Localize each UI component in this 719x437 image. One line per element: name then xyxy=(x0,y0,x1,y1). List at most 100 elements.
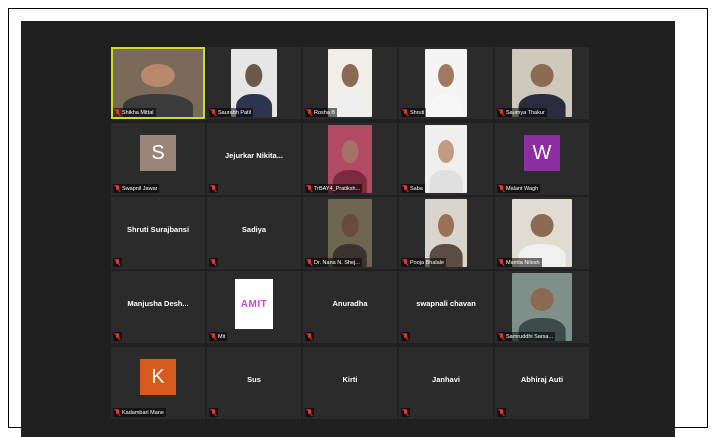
participant-tile[interactable]: Saba xyxy=(399,123,493,195)
mic-muted-icon xyxy=(499,333,504,340)
participant-name-label: Samruddhi Sarsa... xyxy=(497,332,556,341)
participant-name: Mit xyxy=(218,333,226,340)
participant-head xyxy=(341,213,359,238)
participant-video xyxy=(328,125,372,193)
mic-muted-icon xyxy=(211,259,216,266)
participant-name-label: Swapnil Jawar xyxy=(113,184,160,193)
participant-name-label xyxy=(209,258,218,267)
avatar: S xyxy=(140,135,176,171)
avatar: K xyxy=(140,359,176,395)
participant-head xyxy=(438,63,454,88)
mic-muted-icon xyxy=(403,109,408,116)
participant-tile[interactable]: K Kadambari Mane xyxy=(111,347,205,419)
participant-video xyxy=(425,199,467,267)
participant-tile[interactable]: Kirti xyxy=(303,347,397,419)
mic-muted-icon xyxy=(499,409,504,416)
participant-center-name: Manjusha Desh... xyxy=(127,299,189,308)
participant-video xyxy=(512,273,572,341)
participant-name-label xyxy=(113,332,122,341)
participant-center-name: Sadiya xyxy=(241,225,267,234)
participant-tile[interactable]: Dr. Nana N. Shej... xyxy=(303,197,397,269)
participant-video xyxy=(113,49,203,117)
participant-name-label xyxy=(209,184,218,193)
participant-name-label: Kadambari Mane xyxy=(113,408,166,417)
participant-tile[interactable]: Saumya Thakur xyxy=(495,47,589,119)
participant-center-name: swapnali chavan xyxy=(416,299,476,308)
image-frame: Shikha Mittal Saurabh Patil Rosha B Shruti S… xyxy=(8,8,708,437)
mic-muted-icon xyxy=(211,109,216,116)
participant-tile[interactable]: Abhiraj Auti xyxy=(495,347,589,419)
meeting-gallery-view: Shikha Mittal Saurabh Patil Rosha B Shruti S… xyxy=(21,21,675,437)
participant-tile[interactable]: Jejurkar Nikita... xyxy=(207,123,301,195)
participant-center-name: Anuradha xyxy=(332,299,368,308)
participant-video xyxy=(328,199,372,267)
participant-name-label: Saumya Thakur xyxy=(497,108,547,117)
participant-tile[interactable]: Anuradha xyxy=(303,271,397,343)
mic-muted-icon xyxy=(307,259,312,266)
participant-name-label: Saurabh Patil xyxy=(209,108,254,117)
participant-head xyxy=(438,213,454,238)
participant-name-label: TrBAY4_Pratiksh... xyxy=(305,184,363,193)
participant-name: Saurabh Patil xyxy=(218,109,252,116)
participant-tile[interactable]: Shruti Surajbansi xyxy=(111,197,205,269)
participant-name-label: Rosha B xyxy=(305,108,338,117)
mic-muted-icon xyxy=(211,333,216,340)
participant-name-label xyxy=(305,332,314,341)
participant-name-label xyxy=(305,408,314,417)
mic-muted-icon xyxy=(115,409,120,416)
participant-body xyxy=(429,169,463,193)
participant-name: Pooja Bhalale xyxy=(410,259,444,266)
participant-center-name: Janhavi xyxy=(432,375,460,384)
mic-muted-icon xyxy=(307,409,312,416)
participant-name: Rosha B xyxy=(314,109,336,116)
participant-tile[interactable]: Sus xyxy=(207,347,301,419)
participant-name: TrBAY4_Pratiksh... xyxy=(314,185,361,192)
participant-tile[interactable]: Shruti xyxy=(399,47,493,119)
participant-tile[interactable]: TrBAY4_Pratiksh... xyxy=(303,123,397,195)
participant-tile[interactable]: Saurabh Patil xyxy=(207,47,301,119)
participant-tile[interactable]: Mamta Nilesh xyxy=(495,197,589,269)
participant-tile[interactable]: W Malant Wagh xyxy=(495,123,589,195)
participant-tile[interactable]: Pooja Bhalale xyxy=(399,197,493,269)
mic-muted-icon xyxy=(307,185,312,192)
participant-tile[interactable]: AMIT Mit xyxy=(207,271,301,343)
participant-center-name: Sus xyxy=(247,375,261,384)
participant-tile[interactable]: Manjusha Desh... xyxy=(111,271,205,343)
participant-name-label xyxy=(401,332,410,341)
participant-center-name: Shruti Surajbansi xyxy=(126,225,190,234)
participant-head xyxy=(341,63,359,88)
mic-muted-icon xyxy=(307,109,312,116)
participant-name: Saumya Thakur xyxy=(506,109,545,116)
participant-name-label: Dr. Nana N. Shej... xyxy=(305,258,362,267)
participant-head xyxy=(438,139,454,164)
participant-tile[interactable]: Samruddhi Sarsa... xyxy=(495,271,589,343)
participant-body xyxy=(429,93,463,117)
participant-tile[interactable]: Shikha Mittal xyxy=(111,47,205,119)
mic-muted-icon xyxy=(403,259,408,266)
participant-name: Shruti xyxy=(410,109,425,116)
mic-muted-icon xyxy=(115,333,120,340)
participant-head xyxy=(530,63,554,88)
mic-muted-icon xyxy=(403,185,408,192)
participant-video xyxy=(425,125,467,193)
mic-muted-icon xyxy=(211,185,216,192)
participant-name-label xyxy=(113,258,122,267)
participant-tile[interactable]: S Swapnil Jawar xyxy=(111,123,205,195)
participant-tile[interactable]: Sadiya xyxy=(207,197,301,269)
participant-center-name: Jejurkar Nikita... xyxy=(225,151,283,160)
participant-name-label xyxy=(209,408,218,417)
participant-name: Samruddhi Sarsa... xyxy=(506,333,554,340)
participant-name-label: Mit xyxy=(209,332,228,341)
participant-name: Dr. Nana N. Shej... xyxy=(314,259,360,266)
participant-name-label: Mamta Nilesh xyxy=(497,258,542,267)
mic-muted-icon xyxy=(499,109,504,116)
participant-body xyxy=(332,93,368,117)
mic-muted-icon xyxy=(499,185,504,192)
participant-name-label: Shikha Mittal xyxy=(113,108,156,117)
participant-name-label: Pooja Bhalale xyxy=(401,258,446,267)
participant-tile[interactable]: swapnali chavan xyxy=(399,271,493,343)
participant-name: Saba xyxy=(410,185,423,192)
participant-tile[interactable]: Janhavi xyxy=(399,347,493,419)
participant-tile[interactable]: Rosha B xyxy=(303,47,397,119)
participant-head xyxy=(341,139,359,164)
